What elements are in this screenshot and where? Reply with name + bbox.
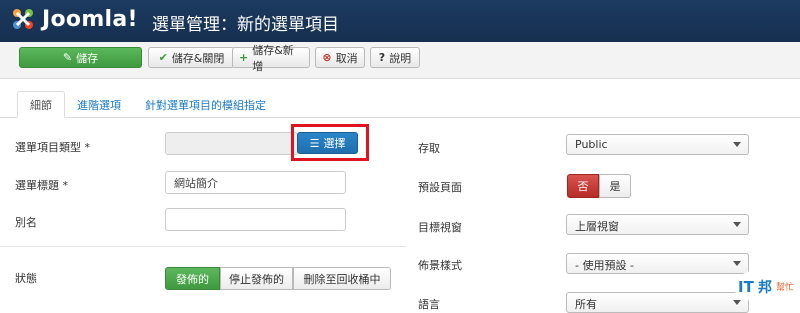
language-value: 所有 [575, 298, 597, 311]
status-toggle-group: 發佈的 停止發佈的 刪除至回收桶中 [165, 267, 391, 290]
joomla-brand[interactable]: Joomla! [10, 6, 138, 32]
help-button[interactable]: ? 說明 [370, 47, 420, 68]
target-window-label: 目標視窗 [418, 221, 462, 234]
target-window-select[interactable]: 上層視窗 [566, 214, 749, 235]
help-label: 說明 [389, 51, 412, 65]
cancel-label: 取消 [335, 51, 358, 65]
access-label: 存取 [418, 142, 440, 155]
access-value: Public [575, 138, 608, 151]
tab-module-assignment[interactable]: 針對選單項目的模組指定 [133, 91, 278, 118]
dropdown-caret-icon [733, 142, 741, 147]
template-style-value: - 使用預設 - [575, 259, 634, 272]
toolbar: ✎ 儲存 ✔ 儲存&關閉 + 儲存&新增 ⊗ 取消 ? 說明 [0, 42, 800, 79]
question-icon: ? [378, 51, 386, 64]
watermark-text-bang: 邦 [758, 279, 772, 296]
tab-details[interactable]: 細節 [17, 91, 65, 118]
dropdown-caret-icon [733, 222, 741, 227]
status-trashed-button[interactable]: 刪除至回收桶中 [293, 267, 391, 290]
tab-advanced[interactable]: 進階選項 [65, 91, 133, 118]
default-no-button[interactable]: 否 [567, 174, 599, 198]
check-icon: ✔ [158, 51, 168, 64]
language-select[interactable]: 所有 [566, 292, 749, 313]
alias-label: 別名 [15, 216, 37, 229]
default-page-label: 預設頁面 [418, 181, 462, 194]
template-style-select[interactable]: - 使用預設 - [566, 253, 749, 274]
default-yes-button[interactable]: 是 [599, 174, 631, 198]
watermark-text-it: IT [738, 278, 755, 296]
save-close-button[interactable]: ✔ 儲存&關閉 [148, 47, 235, 68]
plus-icon: + [239, 51, 249, 64]
language-label: 語言 [418, 298, 440, 311]
target-window-value: 上層視窗 [575, 220, 619, 233]
section-divider [0, 246, 406, 247]
save-button-label: 儲存 [76, 51, 99, 65]
menu-title-input[interactable]: 網站簡介 [165, 171, 346, 194]
menu-item-type-field [165, 132, 298, 155]
status-label: 狀態 [15, 272, 37, 285]
save-new-label: 儲存&新增 [252, 43, 294, 73]
cancel-button[interactable]: ⊗ 取消 [315, 47, 365, 68]
ithome-watermark-logo: IT 邦 幫忙 [733, 269, 799, 303]
app-header: Joomla! 選單管理：新的選單項目 [0, 0, 800, 42]
alias-input[interactable] [165, 208, 346, 231]
access-select[interactable]: Public [566, 134, 749, 155]
save-new-button[interactable]: + 儲存&新增 [232, 44, 310, 73]
page-title: 選單管理：新的選單項目 [152, 15, 339, 35]
template-style-label: 佈景樣式 [418, 259, 462, 272]
joomla-logo-icon [13, 9, 33, 29]
status-published-button[interactable]: 發佈的 [165, 267, 220, 290]
watermark-text-help: 幫忙 [776, 281, 794, 293]
menu-item-type-label: 選單項目類型 * [15, 141, 90, 154]
default-page-toggle: 否 是 [567, 174, 631, 198]
status-unpublished-button[interactable]: 停止發佈的 [220, 267, 293, 290]
save-close-label: 儲存&關閉 [171, 51, 225, 65]
save-button[interactable]: ✎ 儲存 [19, 47, 142, 68]
highlight-box [291, 124, 369, 161]
cancel-circle-icon: ⊗ [322, 51, 332, 64]
edit-icon: ✎ [62, 51, 73, 64]
menu-title-label: 選單標題 * [15, 179, 68, 192]
brand-name: Joomla! [42, 6, 138, 32]
dropdown-caret-icon [733, 261, 741, 266]
tab-bar: 細節 進階選項 針對選單項目的模組指定 [17, 91, 278, 118]
